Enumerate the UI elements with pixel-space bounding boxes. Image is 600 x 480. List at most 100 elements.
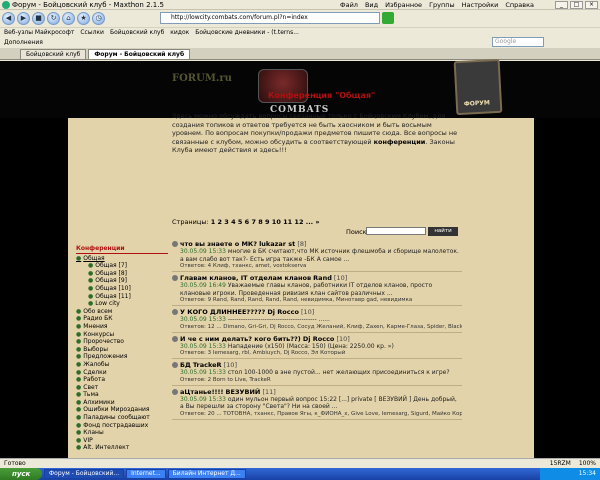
topic-title[interactable]: БД: [180, 361, 191, 369]
topic-title[interactable]: У КОГО ДЛИННЕЕ?????: [180, 308, 265, 316]
topic-author[interactable]: lukazar st: [259, 240, 295, 248]
sidebar-item[interactable]: ● Фонд пострадавших: [76, 422, 168, 430]
sidebar-item[interactable]: ● Радио БК: [76, 315, 168, 323]
sidebar-item[interactable]: ● Обо всем: [76, 308, 168, 316]
bullet-icon: ●: [88, 300, 94, 308]
forum-search-input[interactable]: [366, 227, 426, 235]
topic-author[interactable]: Rand: [313, 274, 332, 282]
forum-search-button[interactable]: найти: [428, 227, 458, 236]
sidebar-item[interactable]: ● VIP: [76, 437, 168, 445]
sidebar-item-label: Жалобы: [83, 360, 110, 368]
fav-link[interactable]: кидок: [170, 29, 189, 36]
forward-icon[interactable]: ▶: [17, 12, 30, 25]
topic-replies: Ответов: 4 Клиф, тханкс, amet, vostokser…: [180, 263, 307, 269]
page-links[interactable]: 1 2 3 4 5 6 7 8 9 10 11 12 ... »: [211, 218, 320, 226]
topic-replies: Ответов: 3 Iemesarg, rbl, Ambiuych, Dj R…: [180, 350, 346, 356]
minimize-icon[interactable]: _: [555, 1, 568, 9]
topic-row: И че с ним делать? кого бить??) Dj Rocco…: [172, 335, 462, 359]
close-icon[interactable]: ×: [585, 1, 598, 9]
fav-link[interactable]: Веб-узлы Майкрософт: [4, 29, 74, 36]
refresh-icon[interactable]: ↻: [47, 12, 60, 25]
favorites-icon[interactable]: ★: [77, 12, 90, 25]
status-mem: 15RZM: [549, 460, 571, 467]
topic-author[interactable]: Dj Rocco: [267, 308, 299, 316]
menu-help[interactable]: Справка: [505, 1, 534, 9]
addons-menu[interactable]: Дополнения: [4, 39, 43, 46]
zoom-level[interactable]: 100%: [579, 460, 596, 467]
bullet-icon: ●: [76, 406, 82, 414]
task-forum[interactable]: Форум - Бойцовский...: [44, 469, 125, 479]
sidebar-item[interactable]: ● Alt. Интеллект: [76, 444, 168, 452]
task-internet[interactable]: Internet...: [126, 469, 166, 479]
sidebar-item[interactable]: ● Общая [7]: [76, 262, 168, 270]
tab-forum[interactable]: Форум - Бойцовский клуб: [88, 49, 191, 59]
menu-favorites[interactable]: Избранное: [385, 1, 422, 9]
sidebar-item-label: Выборы: [83, 345, 109, 353]
menu-bar: Файл Вид Избранное Группы Настройки Спра…: [340, 0, 534, 10]
forum-search-label: Поиск: [346, 228, 367, 236]
topic-list: что вы знаете о МК? lukazar st [8] 30.05.…: [172, 240, 462, 422]
sidebar-item[interactable]: ● Общая [10]: [76, 285, 168, 293]
sidebar-item[interactable]: ● Ошибки Мироздания: [76, 406, 168, 414]
history-icon[interactable]: ◷: [92, 12, 105, 25]
sidebar-item[interactable]: ● Алхимики: [76, 399, 168, 407]
sidebar-item-label: Кланы: [83, 429, 104, 437]
tab-club[interactable]: Бойцовский клуб: [20, 49, 87, 59]
sidebar-item[interactable]: ● Low city: [76, 300, 168, 308]
go-button[interactable]: [382, 12, 394, 24]
topic-author[interactable]: TrackeR: [193, 361, 222, 369]
topic-title[interactable]: аЦтанье!!!!: [180, 388, 223, 396]
sidebar-item[interactable]: ● Паладины сообщают: [76, 414, 168, 422]
sidebar-item[interactable]: ● Мнения: [76, 323, 168, 331]
topic-title[interactable]: И че с ним делать? кого бить??): [180, 335, 301, 343]
fav-link[interactable]: Ссылки: [80, 29, 104, 36]
sidebar-item[interactable]: ● Кланы: [76, 429, 168, 437]
back-icon[interactable]: ◀: [2, 12, 15, 25]
forum-emblem-icon: ФОРУМ: [453, 58, 503, 116]
sidebar-item-label: Работа: [83, 376, 106, 384]
topic-title[interactable]: что вы знаете о МК?: [180, 240, 257, 248]
bullet-icon: ●: [88, 269, 94, 277]
pagination: Страницы: 1 2 3 4 5 6 7 8 9 10 11 12 ...…: [172, 218, 320, 226]
sidebar-item-label: Общая [10]: [95, 284, 131, 292]
topic-row: аЦтанье!!!! ВЕЗУВИЙ [11] 30.05.09 15:33 о…: [172, 388, 462, 420]
web-search-input[interactable]: Google: [492, 37, 544, 47]
window-titlebar: Форум - Бойцовский клуб - Maxthon 2.1.5 …: [0, 0, 600, 10]
menu-settings[interactable]: Настройки: [462, 1, 499, 9]
sidebar-item[interactable]: ● Сделки: [76, 369, 168, 377]
sidebar-item[interactable]: ● Работа: [76, 376, 168, 384]
home-icon[interactable]: ⌂: [62, 12, 75, 25]
sidebar-item[interactable]: ● Общая: [76, 255, 168, 263]
topic-icon: [172, 275, 178, 281]
menu-file[interactable]: Файл: [340, 1, 358, 9]
sidebar-item[interactable]: ● Выборы: [76, 346, 168, 354]
desc-link[interactable]: конференции: [374, 138, 426, 146]
stop-icon[interactable]: ■: [32, 12, 45, 25]
menu-groups[interactable]: Группы: [429, 1, 455, 9]
topic-author[interactable]: ВЕЗУВИЙ: [226, 388, 261, 396]
sidebar-item[interactable]: ● Жалобы: [76, 361, 168, 369]
topic-title[interactable]: Главам кланов, IT отделам кланов: [180, 274, 311, 282]
topic-author[interactable]: Dj Rocco: [303, 335, 335, 343]
sidebar-item[interactable]: ● Общая [11]: [76, 293, 168, 301]
sidebar-item[interactable]: ● Предложения: [76, 353, 168, 361]
window-buttons: _ □ ×: [555, 0, 598, 10]
start-button[interactable]: пуск: [0, 468, 42, 480]
fav-link[interactable]: Бойцовские дневники - (t.terns...: [195, 29, 299, 36]
task-beeline[interactable]: Билайн Интернет Д...: [167, 469, 246, 479]
address-bar[interactable]: http://lowcity.combats.com/forum.pl?n=in…: [160, 12, 380, 24]
taskbar: пуск Форум - Бойцовский... Internet... Б…: [0, 468, 600, 480]
status-bar: Готово 15RZM 100%: [0, 458, 600, 468]
sidebar-item[interactable]: ● Пророчество: [76, 338, 168, 346]
sidebar-item[interactable]: ● Свет: [76, 384, 168, 392]
sidebar-item[interactable]: ● Общая [9]: [76, 277, 168, 285]
fav-link[interactable]: Бойцовский клуб: [110, 29, 164, 36]
menu-view[interactable]: Вид: [365, 1, 378, 9]
tab-strip: Бойцовский клуб Форум - Бойцовский клуб: [0, 48, 600, 60]
sidebar-item[interactable]: ● Тьма: [76, 391, 168, 399]
sidebar-item-label: Мнения: [83, 322, 108, 330]
sidebar-item[interactable]: ● Общая [8]: [76, 270, 168, 278]
sidebar-item[interactable]: ● Конкурсы: [76, 331, 168, 339]
maximize-icon[interactable]: □: [570, 1, 583, 9]
topic-date: 30.05.09 16:49: [180, 282, 226, 289]
